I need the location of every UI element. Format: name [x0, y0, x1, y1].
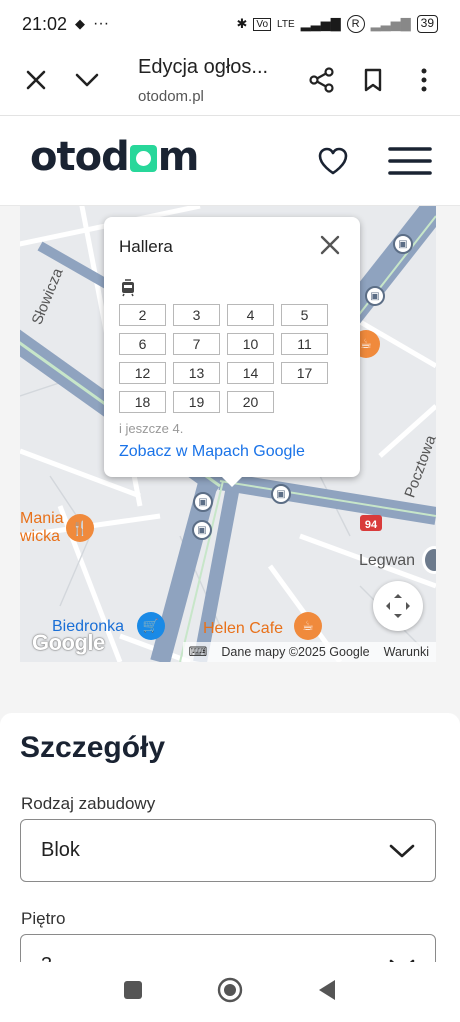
volte-icon: Vo [253, 17, 272, 31]
transit-line-chip: 12 [119, 362, 166, 384]
tram-stop-icon-3[interactable]: ▣ [365, 286, 385, 306]
transit-line-chip: 14 [227, 362, 274, 384]
poi-legwan[interactable]: Legwan [359, 552, 415, 570]
site-header: otod m [0, 116, 460, 206]
bus-stop-icon-2[interactable]: ▣ [192, 520, 212, 540]
status-time: 21:02 [22, 13, 68, 34]
section-title: Szczegóły [20, 731, 166, 764]
transit-line-chip: 7 [173, 333, 220, 355]
close-icon[interactable] [18, 62, 54, 98]
restaurant-icon[interactable]: 🍴 [66, 514, 94, 542]
otodom-logo[interactable]: otod m [30, 134, 199, 180]
layers-icon: ◆ [75, 16, 86, 31]
status-bar: 21:02 ◆ ··· ✱ Vo LTE ▂▃▅▇ R ▂▃▅▇ 39 [0, 0, 460, 48]
building-type-label: Rodzaj zabudowy [21, 794, 156, 813]
more-vert-icon[interactable] [406, 62, 442, 98]
transit-line-chip: 10 [227, 333, 274, 355]
registered-icon: R [346, 15, 365, 33]
keyboard-icon[interactable]: ⌨ [189, 644, 208, 660]
fullscreen-button[interactable] [373, 581, 423, 631]
chevron-down-icon [389, 844, 415, 857]
transit-line-chip: 11 [281, 333, 328, 355]
popup-more-text: i jeszcze 4. [119, 421, 184, 436]
page-url[interactable]: otodom.pl [138, 88, 204, 105]
close-icon[interactable] [318, 233, 342, 257]
share-icon[interactable] [304, 62, 340, 98]
floor-label: Piętro [21, 909, 66, 928]
transit-line-chip: 13 [173, 362, 220, 384]
building-type-select[interactable]: Blok [20, 819, 436, 882]
open-in-google-maps-link[interactable]: Zobacz w Mapach Google [119, 443, 305, 461]
cafe-icon[interactable]: ☕ [294, 612, 322, 640]
poi-helen-cafe[interactable]: Helen Cafe [203, 620, 283, 638]
transit-line-chip: 3 [173, 304, 220, 326]
fullscreen-icon [386, 594, 410, 618]
back-button[interactable] [317, 979, 337, 1006]
bus-stop-icon[interactable]: ▣ [271, 484, 291, 504]
signal2-icon: ▂▃▅▇ [370, 16, 411, 31]
tram-stop-icon-2[interactable]: ▣ [393, 234, 413, 254]
map-attribution: ⌨ Dane mapy ©2025 Google Warunki [182, 642, 436, 662]
android-nav-bar [0, 962, 460, 1022]
svg-text:94: 94 [365, 519, 378, 531]
recents-button[interactable] [123, 980, 143, 1005]
browser-toolbar: Edycja ogłos... otodom.pl [0, 48, 460, 116]
shopping-cart-icon[interactable]: 🛒 [137, 612, 165, 640]
popup-title: Hallera [119, 237, 173, 256]
transit-line-chip: 17 [281, 362, 328, 384]
google-logo: Google [32, 630, 105, 655]
signal-icon: ▂▃▅▇ [300, 16, 341, 31]
tram-icon [120, 279, 136, 302]
map-terms-link[interactable]: Warunki [384, 645, 429, 659]
network-type: LTE [277, 18, 295, 30]
transit-line-chip: 19 [173, 391, 220, 413]
transit-lines-grid: 2 3 4 5 6 7 10 11 12 13 14 17 18 19 20 [119, 304, 328, 413]
transit-line-chip: 18 [119, 391, 166, 413]
heart-icon[interactable] [317, 146, 349, 181]
hamburger-icon[interactable] [388, 146, 432, 181]
bluetooth-icon: ✱ [236, 16, 248, 31]
battery-icon: 39 [416, 15, 438, 33]
poi-restaurant-label[interactable]: Mania wicka [20, 510, 64, 546]
map-embed[interactable]: 94 Słowicza Pocztowa Mania wicka 🍴 ☕ 🛒 B… [20, 206, 436, 662]
transit-stop-popup: Hallera 2 3 4 5 6 7 10 11 12 13 14 17 18 19 20 i jeszc… [104, 217, 360, 487]
transit-line-chip: 2 [119, 304, 166, 326]
transit-line-chip: 4 [227, 304, 274, 326]
page-title: Edycja ogłos... [138, 56, 269, 78]
chevron-down-icon[interactable] [69, 62, 105, 98]
building-type-value: Blok [41, 839, 80, 861]
transit-line-chip: 20 [227, 391, 274, 413]
home-button[interactable] [217, 977, 243, 1008]
map-data-credit[interactable]: Dane mapy ©2025 Google [221, 645, 369, 659]
details-section: Szczegóły Rodzaj zabudowy Blok Piętro 3 [0, 713, 460, 997]
tram-stop-icon[interactable]: ▣ [193, 492, 213, 512]
transit-line-chip: 5 [281, 304, 328, 326]
transit-line-chip: 6 [119, 333, 166, 355]
more-notifications-icon: ··· [93, 15, 110, 32]
bookmark-icon[interactable] [355, 62, 391, 98]
